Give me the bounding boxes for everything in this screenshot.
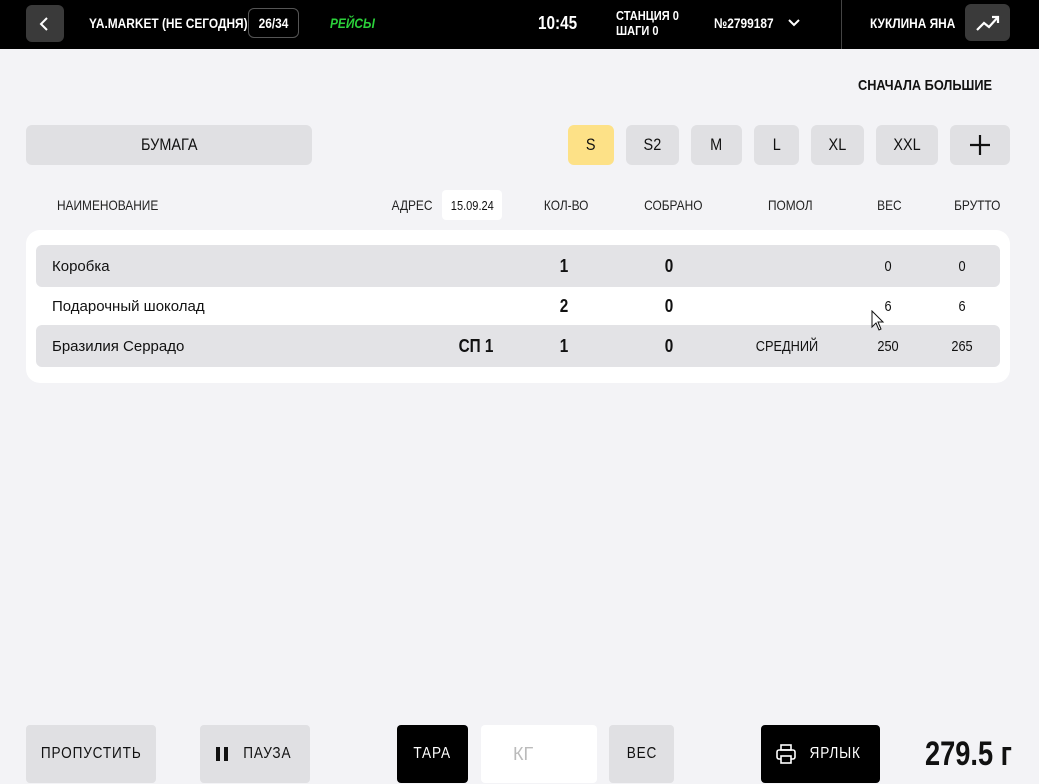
item-gross: 265: [951, 337, 973, 355]
tare-label: ТАРА: [413, 745, 452, 762]
size-label: S2: [643, 135, 662, 154]
order-number: №2799187: [714, 15, 774, 31]
item-qty: 1: [559, 335, 569, 356]
total-weight: 279.5 г: [925, 735, 1012, 773]
pause-label: ПАУЗА: [242, 745, 292, 762]
skip-button[interactable]: ПРОПУСТИТЬ: [26, 725, 156, 783]
item-collected: 0: [664, 335, 674, 356]
print-label-text: ЯРЛЫК: [809, 745, 862, 762]
item-address: [442, 245, 510, 287]
col-collected: СОБРАНО: [644, 197, 703, 213]
stats-button[interactable]: [965, 4, 1010, 41]
user-name[interactable]: КУКЛИНА ЯНА: [870, 15, 955, 31]
station-line: СТАНЦИЯ 0: [616, 8, 679, 23]
date-text: 15.09.24: [450, 197, 494, 213]
col-address: АДРЕС: [391, 197, 433, 213]
date-filter[interactable]: 15.09.24: [442, 190, 502, 220]
plus-icon: [970, 135, 990, 155]
item-address: СП 1: [458, 335, 494, 356]
item-name: Подарочный шоколад: [52, 297, 205, 315]
item-qty: 2: [559, 295, 569, 316]
table-row[interactable]: Коробка 1 0 0 0: [36, 245, 1000, 287]
item-gross: 6: [958, 297, 966, 315]
top-bar: YA.MARKET (НЕ СЕГОДНЯ) 26/34 РЕЙСЫ 10:45…: [0, 0, 1039, 49]
item-qty: 1: [559, 255, 569, 276]
skip-label: ПРОПУСТИТЬ: [40, 745, 142, 762]
chevron-left-icon: [39, 16, 48, 31]
size-xl-button[interactable]: XL: [811, 125, 864, 165]
item-gross: 0: [958, 257, 966, 275]
size-label: S: [586, 135, 596, 154]
sort-label[interactable]: СНАЧАЛА БОЛЬШИЕ: [858, 77, 992, 94]
chevron-down-icon[interactable]: [786, 14, 802, 30]
shop-title: YA.MARKET (НЕ СЕГОДНЯ): [89, 15, 248, 31]
tare-button[interactable]: ТАРА: [397, 725, 468, 783]
col-name: НАИМЕНОВАНИЕ: [56, 197, 159, 213]
pause-button[interactable]: ПАУЗА: [200, 725, 310, 783]
weigh-button[interactable]: ВЕС: [609, 725, 674, 783]
size-s2-button[interactable]: S2: [626, 125, 679, 165]
item-address: [442, 285, 510, 327]
item-weight: 0: [884, 257, 892, 275]
table-row[interactable]: Бразилия Серрадо СП 1 1 0 СРЕДНИЙ 250 26…: [36, 325, 1000, 367]
item-grind: [735, 245, 839, 287]
add-size-button[interactable]: [950, 125, 1010, 165]
pause-icon: [215, 747, 228, 761]
col-gross: БРУТТО: [954, 197, 1001, 213]
flights-link[interactable]: РЕЙСЫ: [330, 15, 375, 31]
size-l-button[interactable]: L: [754, 125, 799, 165]
col-grind: ПОМОЛ: [767, 197, 813, 213]
size-m-button[interactable]: M: [691, 125, 742, 165]
size-label: L: [772, 135, 781, 154]
col-weight: ВЕС: [877, 197, 902, 213]
table-row[interactable]: Подарочный шоколад 2 0 6 6: [36, 285, 1000, 327]
size-label: M: [710, 135, 723, 154]
size-label: XL: [828, 135, 847, 154]
size-s-button[interactable]: S: [568, 125, 614, 165]
material-select[interactable]: БУМАГА: [26, 125, 312, 165]
steps-line: ШАГИ 0: [616, 23, 659, 38]
kg-input[interactable]: [481, 725, 597, 783]
material-label: БУМАГА: [140, 135, 198, 154]
mouse-cursor-icon: [871, 310, 885, 331]
items-table: Коробка 1 0 0 0 Подарочный шоколад 2 0 6…: [26, 230, 1010, 383]
clock: 10:45: [538, 13, 578, 33]
order-counter[interactable]: 26/34: [248, 8, 299, 38]
size-label: XXL: [893, 135, 921, 154]
order-counter-text: 26/34: [258, 15, 289, 31]
col-qty: КОЛ-ВО: [543, 197, 589, 213]
item-collected: 0: [664, 255, 674, 276]
weigh-label: ВЕС: [626, 745, 657, 762]
item-name: Коробка: [52, 257, 110, 275]
printer-icon: [776, 744, 797, 764]
print-label-button[interactable]: ЯРЛЫК: [761, 725, 880, 783]
item-name: Бразилия Серрадо: [52, 337, 185, 355]
header-divider: [841, 0, 842, 49]
trending-up-icon: [975, 15, 999, 31]
item-grind: [735, 285, 839, 327]
item-collected: 0: [664, 295, 674, 316]
item-grind: СРЕДНИЙ: [755, 337, 819, 355]
station-info: СТАНЦИЯ 0 ШАГИ 0: [616, 8, 679, 38]
back-button[interactable]: [26, 5, 64, 42]
size-xxl-button[interactable]: XXL: [876, 125, 938, 165]
